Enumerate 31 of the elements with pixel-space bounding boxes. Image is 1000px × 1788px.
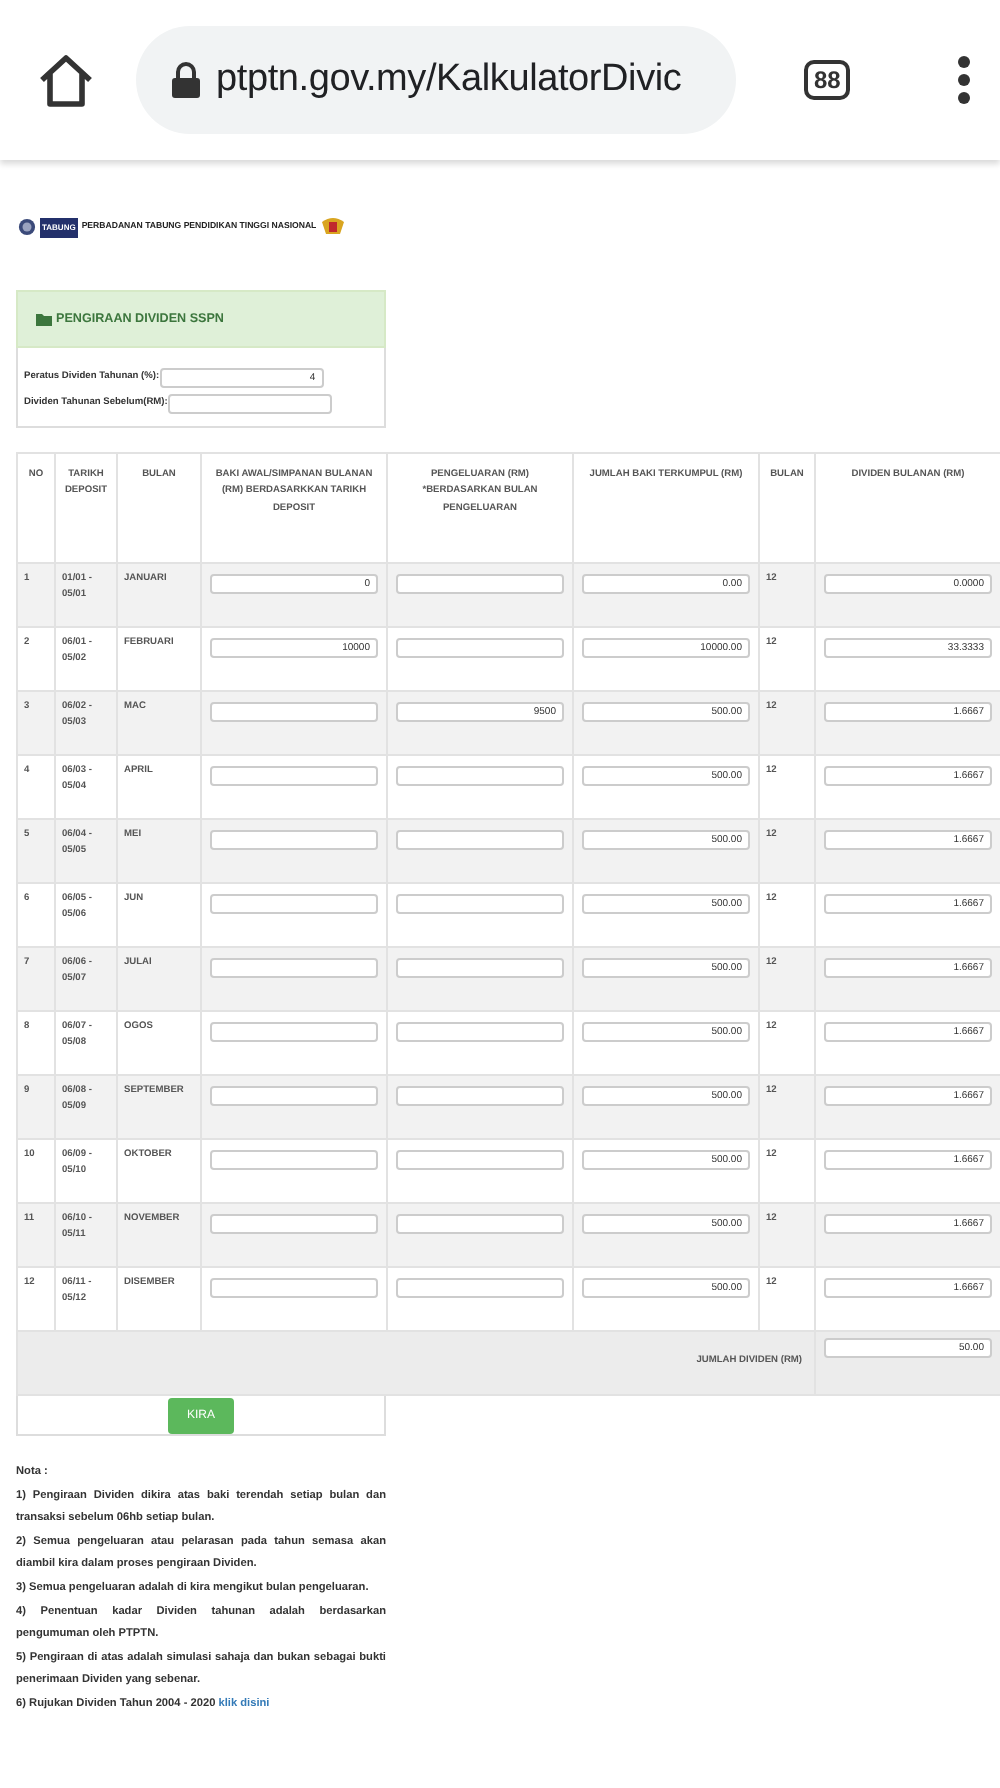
lock-icon	[172, 62, 200, 98]
input-field[interactable]	[396, 1086, 564, 1106]
folder-icon	[36, 312, 54, 326]
home-icon[interactable]	[36, 52, 96, 108]
more-options-icon[interactable]	[956, 54, 972, 106]
url-text: ptptn.gov.my/KalkulatorDivic	[216, 55, 682, 104]
input-field[interactable]	[396, 638, 564, 658]
input-field[interactable]	[396, 958, 564, 978]
input-field[interactable]	[210, 1150, 378, 1170]
input-field[interactable]	[210, 1022, 378, 1042]
input-field[interactable]	[210, 766, 378, 786]
coat-of-arms-icon	[320, 216, 347, 238]
input-field[interactable]	[396, 1214, 564, 1234]
address-bar[interactable]: ptptn.gov.my/KalkulatorDivic	[136, 26, 736, 134]
input-field[interactable]	[396, 574, 564, 594]
input-field[interactable]	[210, 702, 378, 722]
input-field[interactable]	[396, 766, 564, 786]
input-field[interactable]	[210, 958, 378, 978]
input-field[interactable]	[210, 830, 378, 850]
tab-count[interactable]: 88	[804, 60, 851, 100]
input-field[interactable]	[210, 1214, 378, 1234]
input-field[interactable]	[210, 894, 378, 914]
input-field[interactable]	[167, 393, 332, 413]
input-field[interactable]	[396, 894, 564, 914]
input-field[interactable]	[210, 1278, 378, 1298]
emblem-icon	[18, 218, 36, 236]
input-field[interactable]	[396, 1278, 564, 1298]
input-field[interactable]	[396, 1022, 564, 1042]
input-field[interactable]	[210, 1086, 378, 1106]
input-field[interactable]	[396, 830, 564, 850]
input-field[interactable]	[396, 1150, 564, 1170]
